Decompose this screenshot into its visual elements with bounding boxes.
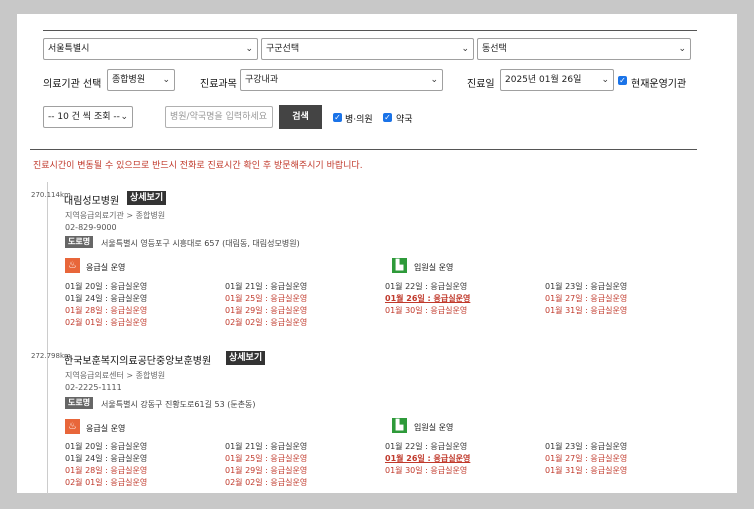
schedule-entry: 01월 22일 : 응급실운영	[385, 282, 468, 291]
chevron-down-icon: ⌄	[601, 75, 609, 85]
dong-select[interactable]: 동선택 ⌄	[477, 38, 691, 60]
hospital-checkbox[interactable]: ✓	[333, 113, 342, 122]
hospital-name[interactable]: 대림성모병원	[64, 192, 119, 207]
region-select[interactable]: 서울특별시 ⌄	[43, 38, 258, 60]
region-value: 서울특별시	[48, 44, 90, 54]
hospital-name[interactable]: 한국보훈복지의료공단중앙보훈병원	[64, 352, 211, 367]
schedule-entry: 01월 29일 : 응급실운영	[225, 306, 308, 315]
chevron-down-icon: ⌄	[120, 112, 128, 122]
schedule-entry: 01월 21일 : 응급실운영	[225, 282, 308, 291]
operating-label: 현재운영기관	[631, 79, 687, 90]
bed-icon: ▙	[392, 418, 407, 433]
schedule-entry: 01월 22일 : 응급실운영	[385, 442, 468, 451]
detail-button[interactable]: 상세보기	[127, 191, 167, 205]
date-select[interactable]: 2025년 01월 26일 ⌄	[500, 69, 614, 91]
schedule-entry: 01월 30일 : 응급실운영	[385, 466, 468, 475]
dept-select[interactable]: 구강내과 ⌄	[240, 69, 443, 91]
timeline-line	[47, 182, 48, 494]
search-placeholder: 병원/약국명을 입력하세요	[170, 112, 267, 122]
schedule-entry: 01월 24일 : 응급실운영	[65, 454, 148, 463]
hospital-category: 지역응급의료기관 > 종합병원	[65, 211, 166, 220]
schedule-entry: 02월 02일 : 응급실운영	[225, 318, 308, 327]
road-tag: 도로명	[65, 236, 94, 248]
type-label: 의료기관 선택	[43, 79, 102, 90]
schedule-entry: 01월 28일 : 응급실운영	[65, 306, 148, 315]
schedule-entry-selected: 01월 26일 : 응급실운영	[385, 294, 471, 303]
schedule-entry: 01월 25일 : 응급실운영	[225, 294, 308, 303]
pharmacy-label: 약국	[396, 115, 413, 125]
schedule-entry: 01월 29일 : 응급실운영	[225, 466, 308, 475]
hospital-category: 지역응급의료센터 > 종합병원	[65, 371, 166, 380]
top-divider	[43, 30, 697, 31]
chevron-down-icon: ⌄	[162, 75, 170, 85]
dong-value: 동선택	[482, 44, 507, 54]
schedule-entry: 01월 28일 : 응급실운영	[65, 466, 148, 475]
admission-label: 입원실 운영	[414, 263, 454, 272]
road-tag: 도로명	[65, 397, 94, 409]
schedule-entry: 01월 27일 : 응급실운영	[545, 454, 628, 463]
schedule-entry: 01월 27일 : 응급실운영	[545, 294, 628, 303]
page-size-select[interactable]: -- 10 건 씩 조회 -- ⌄	[43, 106, 133, 128]
type-value: 종합병원	[112, 75, 146, 85]
schedule-entry: 01월 23일 : 응급실운영	[545, 442, 628, 451]
notice-text: 진료시간이 변동될 수 있으므로 반드시 전화로 진료시간 확인 후 방문해주시…	[33, 161, 363, 171]
hospital-phone: 02-829-9000	[65, 223, 117, 232]
er-label: 응급실 운영	[86, 424, 126, 433]
operating-checkbox[interactable]: ✓	[618, 76, 627, 85]
pharmacy-checkbox[interactable]: ✓	[383, 113, 392, 122]
district-select[interactable]: 구군선택 ⌄	[261, 38, 474, 60]
siren-icon: ♨	[65, 419, 80, 434]
chevron-down-icon: ⌄	[678, 44, 686, 54]
date-value: 2025년 01월 26일	[505, 75, 582, 85]
schedule-entry: 01월 23일 : 응급실운영	[545, 282, 628, 291]
district-value: 구군선택	[266, 44, 300, 54]
schedule-entry: 01월 20일 : 응급실운영	[65, 282, 148, 291]
bed-icon: ▙	[392, 258, 407, 273]
dept-label: 진료과목	[200, 79, 237, 90]
hospital-label: 병·의원	[345, 115, 373, 125]
hospital-phone: 02-2225-1111	[65, 383, 122, 392]
chevron-down-icon: ⌄	[461, 44, 469, 54]
schedule-entry: 01월 24일 : 응급실운영	[65, 294, 148, 303]
schedule-entry: 01월 21일 : 응급실운영	[225, 442, 308, 451]
hospital-address: 서울특별시 영등포구 시흥대로 657 (대림동, 대림성모병원)	[101, 239, 300, 248]
schedule-entry: 02월 01일 : 응급실운영	[65, 478, 148, 487]
hospital-address: 서울특별시 강동구 진황도로61길 53 (둔촌동)	[101, 400, 256, 409]
schedule-entry: 01월 20일 : 응급실운영	[65, 442, 148, 451]
schedule-entry: 01월 30일 : 응급실운영	[385, 306, 468, 315]
schedule-entry: 02월 01일 : 응급실운영	[65, 318, 148, 327]
siren-icon: ♨	[65, 258, 80, 273]
chevron-down-icon: ⌄	[430, 75, 438, 85]
chevron-down-icon: ⌄	[245, 44, 253, 54]
admission-label: 입원실 운영	[414, 423, 454, 432]
schedule-entry: 01월 25일 : 응급실운영	[225, 454, 308, 463]
detail-button[interactable]: 상세보기	[226, 351, 266, 365]
dept-value: 구강내과	[245, 75, 279, 85]
filter-divider	[30, 149, 697, 150]
type-select[interactable]: 종합병원 ⌄	[107, 69, 175, 91]
er-label: 응급실 운영	[86, 263, 126, 272]
date-label: 진료일	[467, 79, 495, 90]
page-size-value: -- 10 건 씩 조회 --	[48, 112, 120, 122]
schedule-entry: 01월 31일 : 응급실운영	[545, 306, 628, 315]
schedule-entry: 02월 02일 : 응급실운영	[225, 478, 308, 487]
schedule-entry: 01월 31일 : 응급실운영	[545, 466, 628, 475]
search-button[interactable]: 검색	[279, 105, 322, 129]
schedule-entry-selected: 01월 26일 : 응급실운영	[385, 454, 471, 463]
search-input[interactable]: 병원/약국명을 입력하세요	[165, 106, 273, 128]
